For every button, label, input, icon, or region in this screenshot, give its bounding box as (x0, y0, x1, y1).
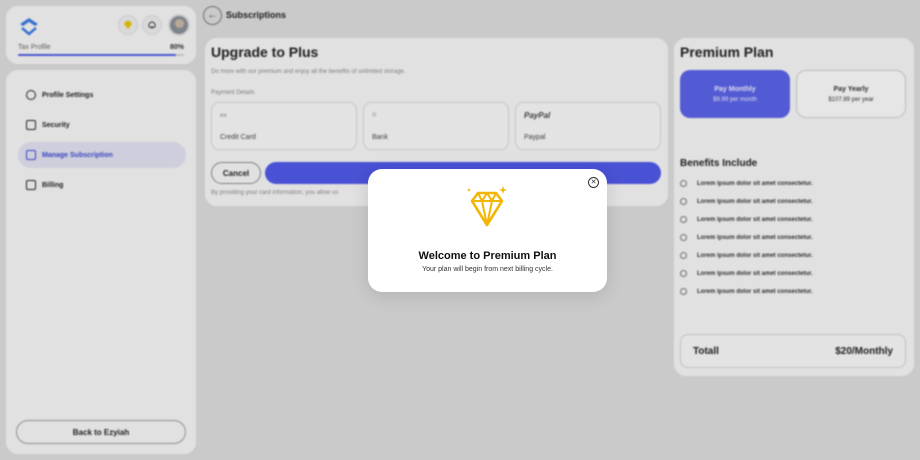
modal-title: Welcome to Premium Plan (418, 250, 557, 262)
close-icon[interactable]: ✕ (588, 177, 599, 188)
diamond-icon (467, 186, 507, 227)
modal-subtitle: Your plan will begin from next billing c… (422, 266, 553, 273)
welcome-modal: ✕ Welcome to Premium Plan Your plan will… (368, 169, 607, 292)
